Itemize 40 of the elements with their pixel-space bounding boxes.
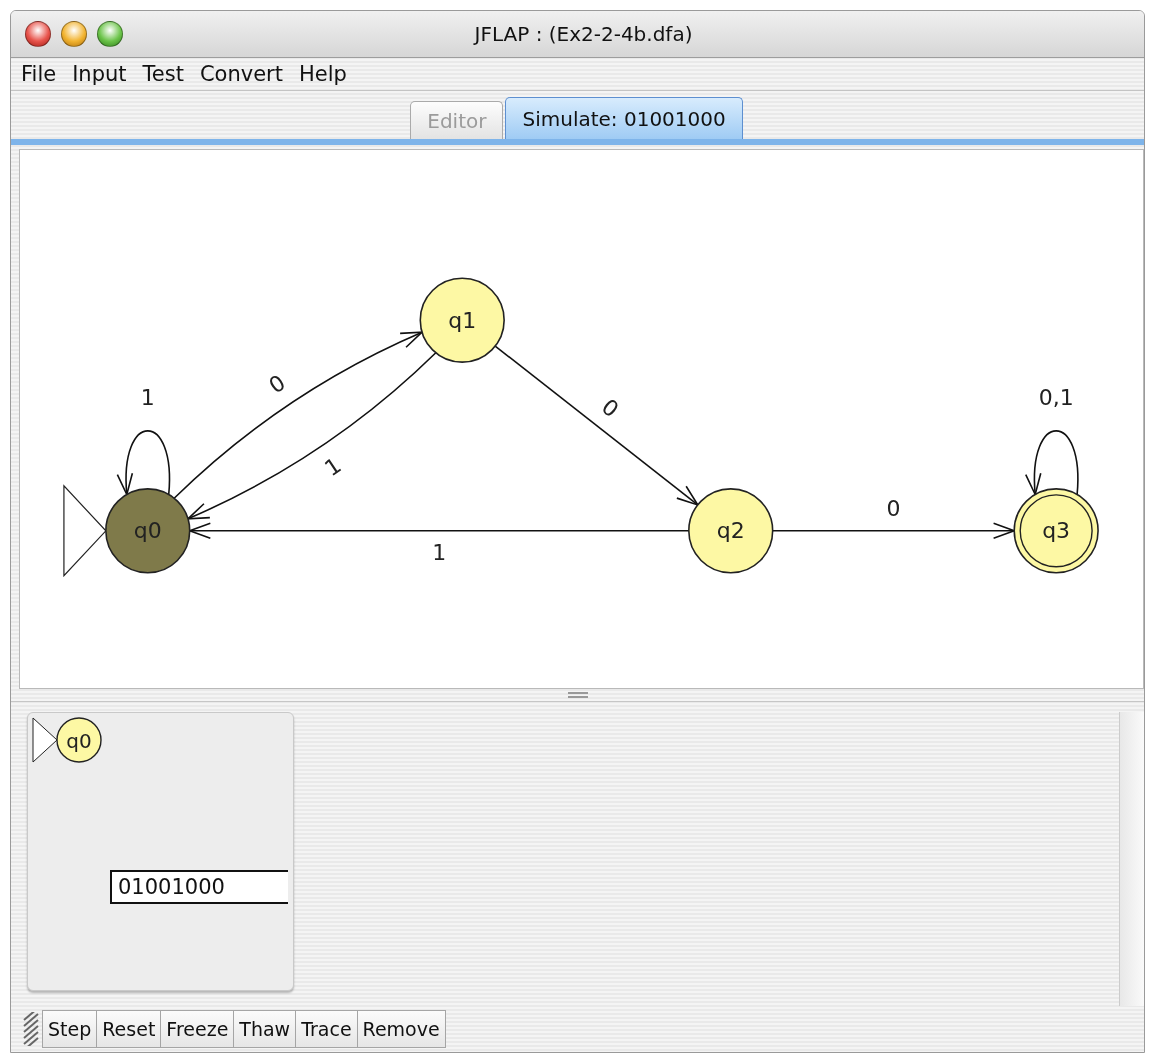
simulation-button[interactable]: Trace	[295, 1010, 358, 1048]
state-label: q0	[133, 518, 162, 544]
transition-label: 1	[432, 540, 447, 566]
splitter-grip-icon[interactable]	[567, 692, 588, 698]
menu-item[interactable]: Input	[72, 62, 127, 86]
state-node	[56, 717, 102, 763]
transition-label: 1	[320, 452, 346, 482]
state-node[interactable]	[688, 488, 774, 574]
tab[interactable]: Simulate: 01001000	[505, 97, 743, 139]
transition-label: 0	[264, 369, 290, 399]
zoom-button[interactable]	[97, 21, 123, 47]
resize-grip-icon[interactable]	[23, 1012, 39, 1046]
state-node[interactable]	[419, 277, 505, 363]
transition-arrow	[1024, 430, 1079, 497]
configuration-card[interactable]: q0 01001000	[27, 712, 294, 991]
transition-label: 1	[140, 384, 155, 410]
minimize-button[interactable]	[61, 21, 87, 47]
menu-item[interactable]: Test	[142, 62, 184, 86]
transition-label: 0	[596, 394, 624, 423]
window-title: JFLAP : (Ex2-2-4b.dfa)	[472, 22, 694, 46]
menu-item[interactable]: File	[21, 62, 57, 86]
state-label: q1	[448, 307, 477, 333]
simulation-button[interactable]: Step	[42, 1010, 98, 1048]
transition-arrow	[116, 430, 171, 497]
simulation-button[interactable]: Freeze	[160, 1010, 235, 1048]
close-button[interactable]	[25, 21, 51, 47]
state-label: q3	[1042, 518, 1071, 544]
state-label: q2	[716, 518, 745, 544]
input-tape: 01001000	[110, 870, 288, 904]
scrollbar[interactable]	[1119, 712, 1144, 1006]
transition-label: 0	[886, 496, 901, 522]
state-node[interactable]	[1013, 488, 1099, 574]
menu-item[interactable]: Convert	[199, 62, 283, 86]
menu-item[interactable]: Help	[298, 62, 347, 86]
simulation-button[interactable]: Thaw	[233, 1010, 297, 1048]
simulation-button[interactable]: Reset	[96, 1010, 162, 1048]
simulation-button[interactable]: Remove	[356, 1010, 446, 1048]
transition-label: 0,1	[1038, 384, 1074, 410]
state-label: q0	[66, 729, 92, 753]
state-node[interactable]	[105, 488, 191, 574]
